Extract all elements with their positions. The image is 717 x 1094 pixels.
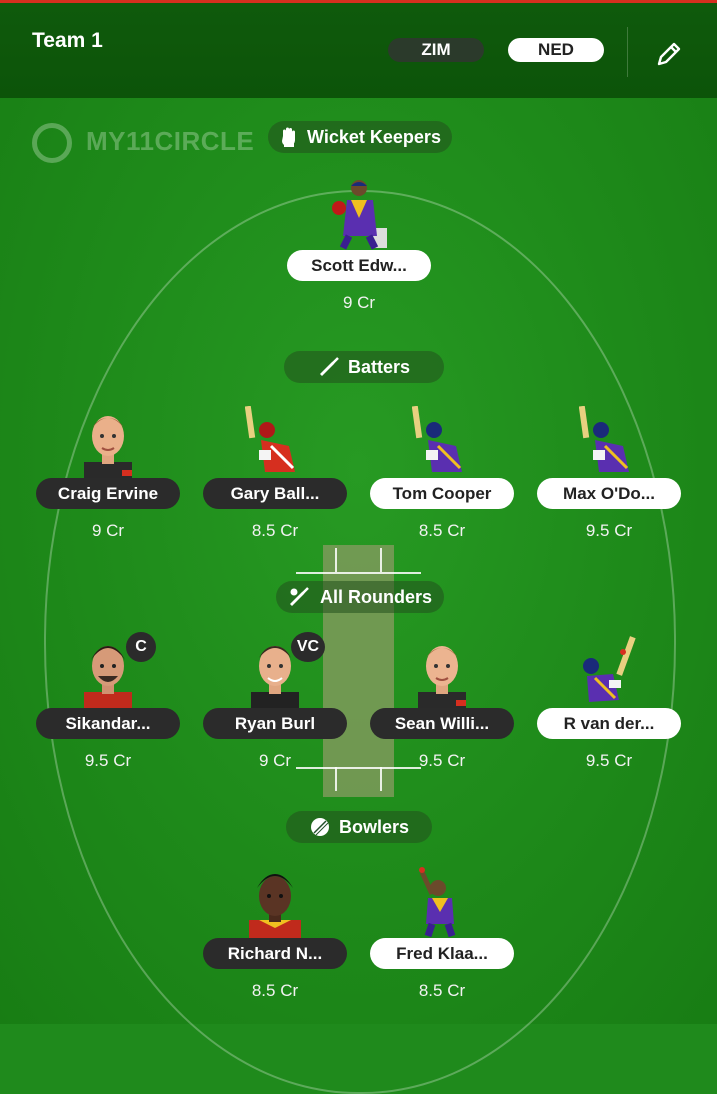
player-credits: 9.5 Cr (585, 521, 633, 540)
player-credits: 9 Cr (258, 751, 292, 770)
ned-player-avatar-icon (332, 180, 387, 250)
section-wicket-keepers: Wicket Keepers (268, 121, 452, 153)
player-photo-avatar (249, 874, 301, 938)
player-name: Richard N... (203, 938, 347, 969)
logo-text: MY11CIRCLE (86, 126, 255, 156)
edit-team-button[interactable] (652, 37, 686, 71)
player-credits: 9.5 Cr (84, 751, 132, 770)
ned-batter-avatar-icon (412, 406, 462, 472)
section-label: Batters (347, 356, 411, 377)
crease-mark (335, 548, 337, 572)
bat-icon (319, 357, 339, 376)
player-name: Sean Willi... (370, 708, 514, 739)
logo-ball-icon (32, 123, 72, 163)
bat-ball-icon (289, 587, 309, 606)
player-card-bat-4[interactable]: Max O'Do... 9.5 Cr (537, 406, 681, 540)
vice-captain-badge: VC (291, 632, 325, 662)
player-card-bowl-1[interactable]: Richard N... 8.5 Cr (203, 866, 347, 1000)
section-label: Bowlers (338, 816, 410, 837)
player-credits: 8.5 Cr (418, 981, 466, 1000)
player-card-bowl-2[interactable]: Fred Klaa... 8.5 Cr (370, 866, 514, 1000)
player-card-ar-1[interactable]: C Sikandar... 9.5 Cr (36, 632, 180, 770)
player-name: Scott Edw... (287, 250, 431, 281)
team-pill-zim: ZIM (388, 38, 484, 62)
player-card-bat-2[interactable]: Gary Ball... 8.5 Cr (203, 406, 347, 540)
player-card-ar-3[interactable]: Sean Willi... 9.5 Cr (370, 636, 514, 770)
ned-batter-avatar-icon (579, 406, 629, 472)
ned-bowler-avatar-icon (419, 867, 456, 938)
player-credits: 8.5 Cr (251, 521, 299, 540)
section-all-rounders: All Rounders (276, 581, 444, 613)
ball-icon (310, 818, 329, 836)
player-card-bat-1[interactable]: Craig Ervine 9 Cr (36, 406, 180, 540)
crease-mark (380, 548, 382, 572)
header-divider (627, 27, 628, 77)
player-name: Fred Klaa... (370, 938, 514, 969)
player-credits: 9 Cr (342, 293, 376, 312)
player-credits: 9.5 Cr (418, 751, 466, 770)
pencil-icon (657, 42, 681, 66)
section-batters: Batters (284, 351, 444, 383)
player-card-bat-3[interactable]: Tom Cooper 8.5 Cr (370, 406, 514, 540)
section-label: Wicket Keepers (307, 126, 441, 147)
player-name: Craig Ervine (36, 478, 180, 509)
header: Team 1 ZIM NED (0, 3, 717, 98)
player-card-ar-4[interactable]: R van der... 9.5 Cr (537, 636, 681, 770)
player-credits: 9.5 Cr (585, 751, 633, 770)
player-photo-avatar (418, 646, 466, 708)
player-credits: 8.5 Cr (418, 521, 466, 540)
player-photo-avatar (84, 416, 132, 478)
player-name: Max O'Do... (537, 478, 681, 509)
team-pill-ned: NED (508, 38, 604, 62)
player-credits: 9 Cr (91, 521, 125, 540)
player-name: Tom Cooper (370, 478, 514, 509)
player-credits: 8.5 Cr (251, 981, 299, 1000)
player-name: Sikandar... (36, 708, 180, 739)
player-card-ar-2[interactable]: VC Ryan Burl 9 Cr (203, 632, 347, 770)
section-label: All Rounders (319, 586, 432, 607)
captain-badge: C (126, 632, 156, 662)
crease-line-top (296, 572, 421, 574)
player-name: R van der... (537, 708, 681, 739)
section-bowlers: Bowlers (286, 811, 432, 843)
player-name: Ryan Burl (203, 708, 347, 739)
zim-batter-avatar-icon (245, 406, 295, 472)
player-name: Gary Ball... (203, 478, 347, 509)
player-card-wk-1[interactable]: Scott Edw... 9 Cr (287, 178, 431, 312)
ned-allrounder-avatar-icon (583, 636, 636, 702)
glove-icon (282, 127, 296, 147)
team-title: Team 1 (32, 29, 103, 52)
